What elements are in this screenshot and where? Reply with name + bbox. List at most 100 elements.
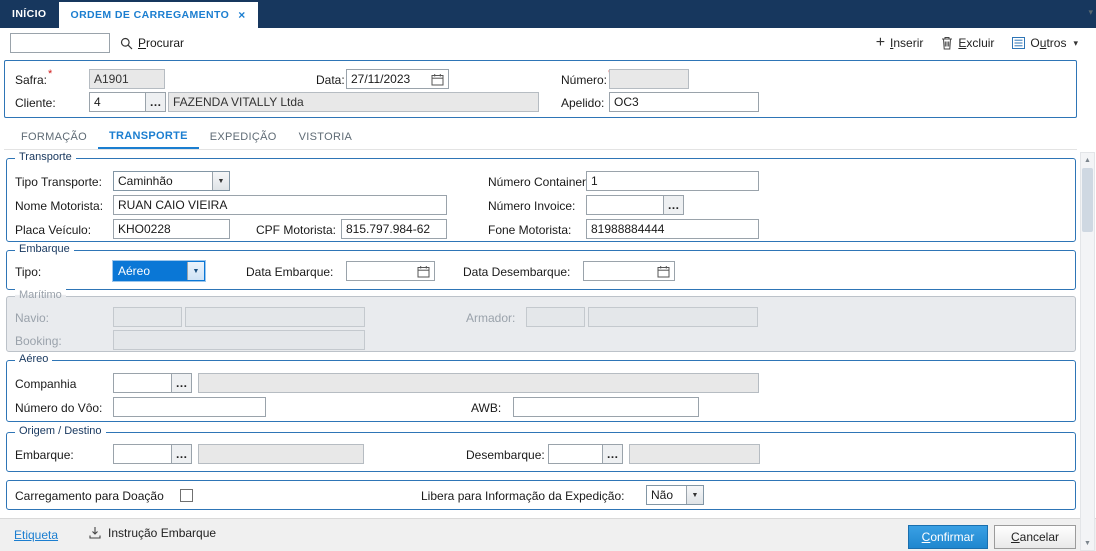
calendar-icon[interactable] (417, 265, 430, 278)
armador-name-field (588, 307, 758, 327)
chevron-down-icon[interactable]: ▼ (686, 486, 703, 504)
etiqueta-link[interactable]: Etiqueta (14, 528, 58, 542)
companhia-label: Companhia (15, 377, 77, 391)
companhia-lookup-button[interactable]: … (171, 373, 192, 393)
navio-label: Navio: (15, 311, 50, 325)
inserir-button[interactable]: + Inserir (876, 35, 924, 51)
doacao-checkbox[interactable] (180, 489, 193, 502)
chevron-down-icon[interactable]: ▼ (212, 172, 229, 190)
maritimo-group: Marítimo Navio: Armador: Booking: (6, 289, 1076, 352)
calendar-icon[interactable] (657, 265, 670, 278)
record-header-panel: Safra:* A1901 Data: 27/11/2023 Número:* … (4, 60, 1077, 118)
embarque-legend: Embarque (15, 243, 74, 255)
tab-transporte[interactable]: TRANSPORTE (97, 124, 199, 149)
chevron-down-icon[interactable]: ▼ (187, 262, 204, 280)
data-label: Data: (316, 73, 345, 87)
scroll-down-icon[interactable]: ▼ (1081, 536, 1094, 550)
data-embarque-label: Data Embarque: (246, 265, 334, 279)
cliente-name-field[interactable]: FAZENDA VITALLY Ltda (168, 92, 539, 112)
tipo-embarque-label: Tipo: (15, 265, 42, 279)
nome-motorista-label: Nome Motorista: (15, 199, 104, 213)
data-desembarque-field[interactable] (583, 261, 675, 281)
placa-veiculo-field[interactable]: KHO0228 (113, 219, 230, 239)
tab-vistoria[interactable]: VISTORIA (288, 124, 364, 149)
awb-field[interactable] (513, 397, 699, 417)
vertical-scrollbar[interactable]: ▲ ▼ (1080, 152, 1095, 551)
companhia-name-field (198, 373, 759, 393)
doacao-label: Carregamento para Doação (15, 489, 164, 503)
aereo-group: Aéreo Companhia … Número do Vôo: AWB: (6, 353, 1076, 422)
booking-field (113, 330, 365, 350)
numero-field[interactable] (609, 69, 689, 89)
numero-container-field[interactable]: 1 (586, 171, 759, 191)
numero-invoice-field[interactable] (586, 195, 664, 215)
origem-embarque-name-field (198, 444, 364, 464)
confirmar-button[interactable]: Confirmar (908, 525, 988, 549)
numero-voo-label: Número do Vôo: (15, 401, 103, 415)
footer-bar: Etiqueta Instrução Embarque Confirmar Ca… (0, 518, 1096, 551)
numero-voo-field[interactable] (113, 397, 266, 417)
navio-name-field (185, 307, 365, 327)
excluir-button[interactable]: Excluir (941, 36, 994, 50)
tipo-embarque-select[interactable]: Aéreo ▼ (113, 261, 205, 281)
invoice-lookup-button[interactable]: … (663, 195, 684, 215)
origem-embarque-lookup-button[interactable]: … (171, 444, 192, 464)
tab-expedicao[interactable]: EXPEDIÇÃO (199, 124, 288, 149)
maritimo-legend: Marítimo (15, 289, 66, 301)
placa-veiculo-label: Placa Veículo: (15, 223, 92, 237)
libera-expedicao-label: Libera para Informação da Expedição: (421, 489, 625, 503)
desembarque-code-field[interactable] (548, 444, 603, 464)
scrollbar-thumb[interactable] (1082, 168, 1093, 232)
fone-motorista-label: Fone Motorista: (488, 223, 572, 237)
scroll-up-icon[interactable]: ▲ (1081, 153, 1094, 167)
download-icon (89, 527, 101, 539)
required-marker: * (48, 68, 53, 80)
safra-field[interactable]: A1901 (89, 69, 165, 89)
data-field[interactable]: 27/11/2023 (346, 69, 449, 89)
trash-icon (942, 37, 953, 50)
procurar-button[interactable]: Procurar (120, 33, 184, 53)
desembarque-name-field (629, 444, 760, 464)
search-input[interactable] (10, 33, 110, 53)
awb-label: AWB: (471, 401, 502, 415)
fone-motorista-field[interactable]: 81988884444 (586, 219, 759, 239)
cpf-motorista-field[interactable]: 815.797.984-62 (341, 219, 447, 239)
armador-label: Armador: (466, 311, 516, 325)
transporte-legend: Transporte (15, 151, 76, 163)
armador-code-field (526, 307, 585, 327)
companhia-code-field[interactable] (113, 373, 172, 393)
calendar-icon[interactable] (431, 73, 444, 86)
cliente-label: Cliente: (15, 96, 56, 110)
cliente-lookup-button[interactable]: … (145, 92, 166, 112)
list-icon (1012, 37, 1026, 49)
numero-invoice-label: Número Invoice: (488, 199, 576, 213)
tipo-transporte-select[interactable]: Caminhão ▼ (113, 171, 230, 191)
libera-expedicao-select[interactable]: Não ▼ (646, 485, 704, 505)
origem-embarque-code-field[interactable] (113, 444, 172, 464)
search-icon (120, 37, 133, 49)
tab-overflow-icon[interactable]: ▾ (1088, 7, 1093, 18)
data-embarque-field[interactable] (346, 261, 435, 281)
options-panel: Carregamento para Doação Libera para Inf… (6, 480, 1076, 510)
ordem-de-carregamento-window: INÍCIO ORDEM DE CARREGAMENTO × Procurar … (0, 0, 1096, 551)
tab-inicio[interactable]: INÍCIO (0, 0, 59, 28)
data-desembarque-label: Data Desembarque: (463, 265, 571, 279)
window-tab-bar: INÍCIO ORDEM DE CARREGAMENTO × (0, 0, 1096, 28)
close-tab-icon[interactable]: × (238, 8, 245, 22)
desembarque-lookup-button[interactable]: … (602, 444, 623, 464)
page-tabstrip: FORMAÇÃO TRANSPORTE EXPEDIÇÃO VISTORIA (4, 124, 1077, 150)
nome-motorista-field[interactable]: RUAN CAIO VIEIRA (113, 195, 447, 215)
numero-label: Número:* (561, 69, 612, 90)
instrucao-embarque-button[interactable]: Instrução Embarque (88, 526, 216, 540)
aereo-legend: Aéreo (15, 353, 53, 365)
apelido-field[interactable]: OC3 (609, 92, 759, 112)
tab-ordem-de-carregamento[interactable]: ORDEM DE CARREGAMENTO × (58, 2, 258, 28)
chevron-down-icon[interactable]: ▾ (1073, 38, 1078, 49)
cancelar-button[interactable]: Cancelar (994, 525, 1076, 549)
cliente-code-field[interactable]: 4 (89, 92, 146, 112)
safra-label: Safra: * (15, 68, 53, 88)
toolbar: Procurar + Inserir Excluir Outros ▾ (0, 28, 1096, 58)
outros-button[interactable]: Outros ▾ (1012, 36, 1078, 50)
cpf-motorista-label: CPF Motorista: (256, 223, 337, 237)
tab-formacao[interactable]: FORMAÇÃO (10, 124, 98, 149)
